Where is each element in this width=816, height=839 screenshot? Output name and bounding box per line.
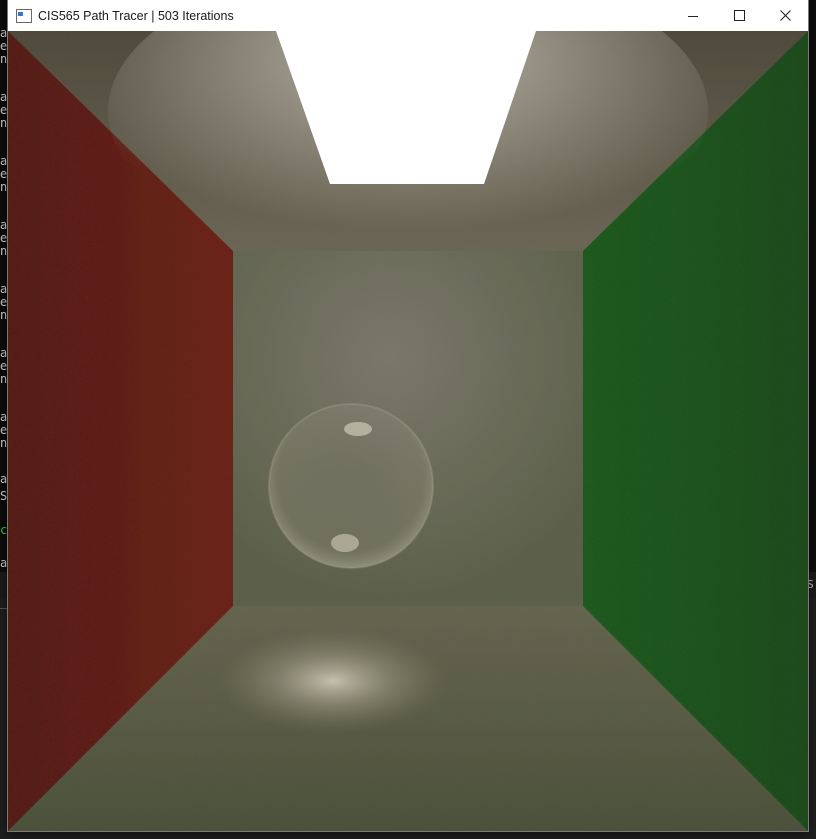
console-text-fragment: e — [0, 104, 8, 117]
render-viewport[interactable] — [8, 31, 808, 831]
console-text-fragment: a — [0, 411, 8, 424]
close-button[interactable] — [762, 0, 808, 31]
maximize-icon — [733, 10, 745, 21]
console-text-fragment: n — [0, 437, 8, 450]
cornell-box-render — [8, 31, 808, 831]
console-text-fragment: S — [0, 490, 8, 503]
path-tracer-window[interactable]: CIS565 Path Tracer | 503 Iterations — [8, 0, 808, 831]
minimize-icon — [688, 11, 698, 21]
console-text-fragment: n — [0, 53, 8, 66]
sphere-highlight-top — [344, 422, 372, 436]
close-icon — [779, 10, 791, 21]
console-text-fragment: e — [0, 168, 8, 181]
window-title: CIS565 Path Tracer | 503 Iterations — [38, 8, 234, 23]
console-text-fragment: n — [0, 181, 8, 194]
console-text-fragment: n — [0, 309, 8, 322]
console-text-fragment: c — [0, 524, 8, 537]
title-bar[interactable]: CIS565 Path Tracer | 503 Iterations — [8, 0, 808, 31]
console-bar-edge-text: S — [807, 578, 814, 591]
console-text-fragment: a — [0, 155, 8, 168]
console-text-fragment: a — [0, 27, 8, 40]
app-window-icon — [16, 8, 32, 23]
console-text-fragment: a — [0, 557, 8, 570]
console-divider — [0, 608, 8, 609]
console-text-fragment: e — [0, 232, 8, 245]
console-text-fragment: e — [0, 424, 8, 437]
maximize-button[interactable] — [716, 0, 762, 31]
console-text-fragment: n — [0, 245, 8, 258]
console-text-fragment: a — [0, 219, 8, 232]
console-text-fragment: e — [0, 360, 8, 373]
console-text-fragment: e — [0, 40, 8, 53]
console-text-fragment: a — [0, 473, 8, 486]
console-text-fragment: a — [0, 347, 8, 360]
floor-caustic — [218, 629, 448, 733]
minimize-button[interactable] — [670, 0, 716, 31]
console-text-fragment: e — [0, 296, 8, 309]
sphere-highlight-bottom — [331, 534, 359, 552]
console-text-fragment: n — [0, 373, 8, 386]
console-text-fragment: a — [0, 283, 8, 296]
console-text-fragment: a — [0, 91, 8, 104]
console-text-fragment: n — [0, 117, 8, 130]
